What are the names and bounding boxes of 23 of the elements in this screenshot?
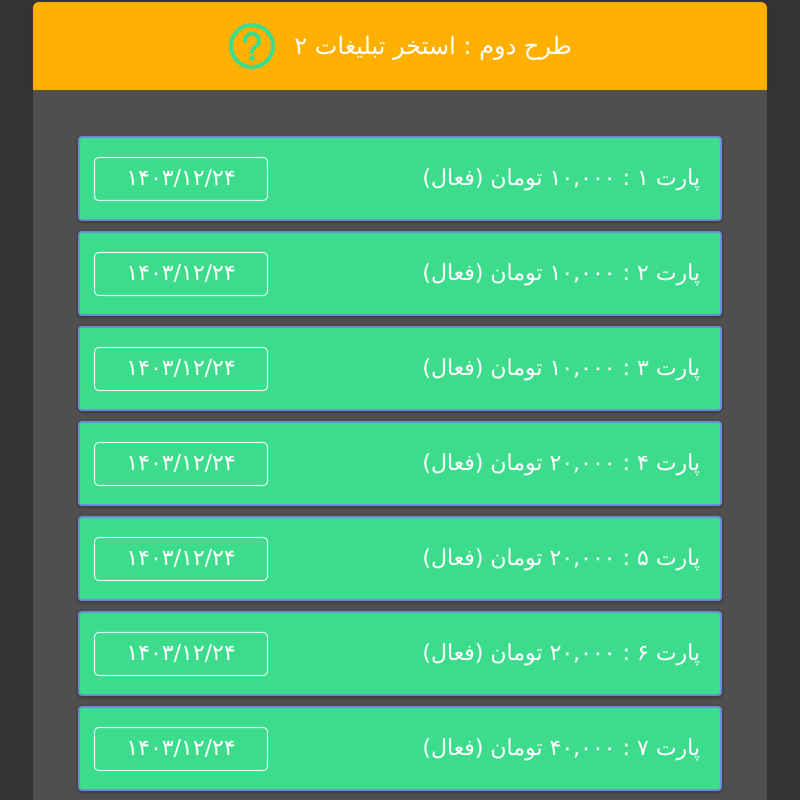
- part-card[interactable]: پارت ۵ : ۲۰,۰۰۰ تومان (فعال) ۱۴۰۳/۱۲/۲۴: [78, 516, 722, 601]
- date-badge: ۱۴۰۳/۱۲/۲۴: [94, 346, 268, 390]
- date-badge: ۱۴۰۳/۱۲/۲۴: [94, 442, 268, 486]
- date-badge: ۱۴۰۳/۱۲/۲۴: [94, 726, 268, 770]
- part-label: پارت ۴ : ۲۰,۰۰۰ تومان (فعال): [422, 451, 700, 476]
- part-card[interactable]: پارت ۴ : ۲۰,۰۰۰ تومان (فعال) ۱۴۰۳/۱۲/۲۴: [78, 421, 722, 506]
- part-label: پارت ۳ : ۱۰,۰۰۰ تومان (فعال): [422, 356, 700, 381]
- date-badge: ۱۴۰۳/۱۲/۲۴: [94, 632, 268, 676]
- part-label: پارت ۶ : ۲۰,۰۰۰ تومان (فعال): [422, 641, 700, 666]
- part-card[interactable]: پارت ۲ : ۱۰,۰۰۰ تومان (فعال) ۱۴۰۳/۱۲/۲۴: [78, 231, 722, 316]
- part-label: پارت ۱ : ۱۰,۰۰۰ تومان (فعال): [422, 166, 700, 191]
- part-label: پارت ۲ : ۱۰,۰۰۰ تومان (فعال): [422, 261, 700, 286]
- header-title: طرح دوم : استخر تبلیغات ۲: [294, 32, 572, 60]
- part-card[interactable]: پارت ۱ : ۱۰,۰۰۰ تومان (فعال) ۱۴۰۳/۱۲/۲۴: [78, 136, 722, 221]
- part-card[interactable]: پارت ۶ : ۲۰,۰۰۰ تومان (فعال) ۱۴۰۳/۱۲/۲۴: [78, 611, 722, 696]
- part-card[interactable]: پارت ۷ : ۴۰,۰۰۰ تومان (فعال) ۱۴۰۳/۱۲/۲۴: [78, 706, 722, 791]
- help-icon[interactable]: [228, 22, 276, 70]
- part-label: پارت ۵ : ۲۰,۰۰۰ تومان (فعال): [422, 546, 700, 571]
- part-label: پارت ۷ : ۴۰,۰۰۰ تومان (فعال): [422, 736, 700, 761]
- date-badge: ۱۴۰۳/۱۲/۲۴: [94, 536, 268, 580]
- date-badge: ۱۴۰۳/۱۲/۲۴: [94, 252, 268, 296]
- date-badge: ۱۴۰۳/۱۲/۲۴: [94, 156, 268, 200]
- part-card[interactable]: پارت ۳ : ۱۰,۰۰۰ تومان (فعال) ۱۴۰۳/۱۲/۲۴: [78, 326, 722, 411]
